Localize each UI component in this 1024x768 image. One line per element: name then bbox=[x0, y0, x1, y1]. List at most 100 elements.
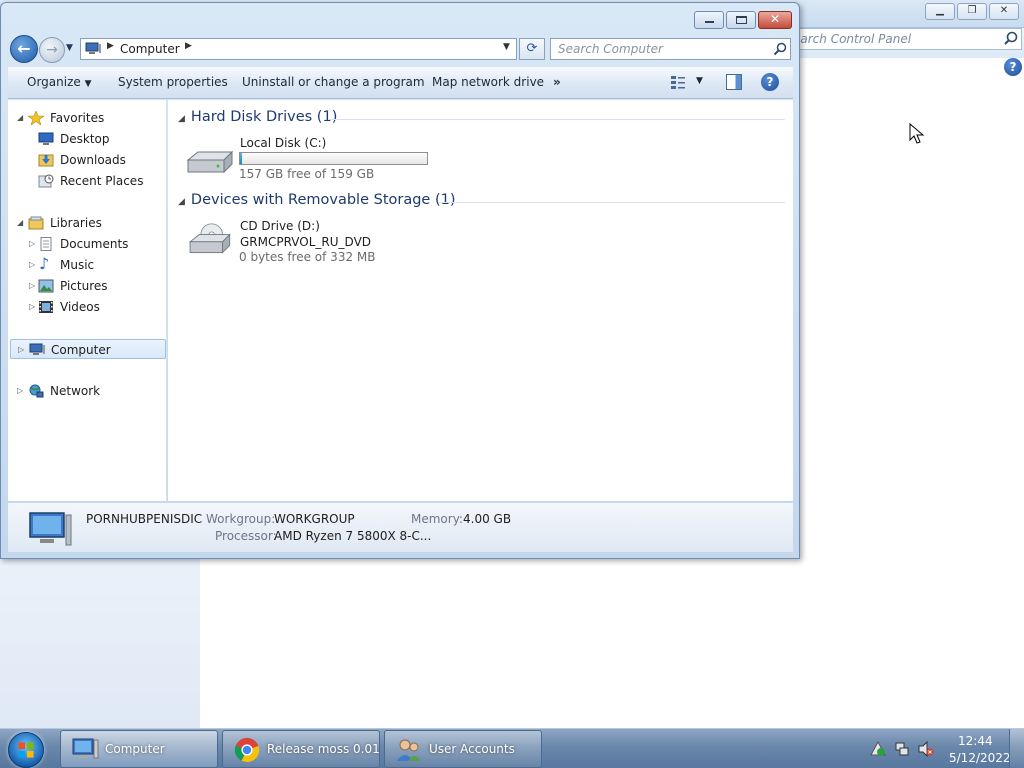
change-view-icon[interactable] bbox=[670, 74, 686, 90]
help-icon[interactable]: ? bbox=[761, 73, 779, 91]
cp-close-button[interactable]: ✕ bbox=[989, 3, 1019, 20]
nav-item-network[interactable]: ▷ Network bbox=[8, 381, 166, 401]
clock-time[interactable]: 12:44 bbox=[958, 734, 993, 748]
cp-help-icon[interactable]: ? bbox=[1004, 58, 1022, 76]
expanded-arrow-icon[interactable]: ◢ bbox=[178, 114, 185, 124]
nav-label: Libraries bbox=[50, 216, 102, 230]
collapsed-arrow-icon[interactable]: ▷ bbox=[18, 340, 24, 360]
group-divider bbox=[330, 119, 785, 120]
back-button[interactable]: ← bbox=[10, 35, 38, 63]
search-placeholder: Search Computer bbox=[558, 42, 663, 56]
drive-name[interactable]: CD Drive (D:) bbox=[240, 218, 320, 234]
collapsed-arrow-icon[interactable]: ▷ bbox=[29, 255, 35, 275]
group-header-removable[interactable]: ◢ Devices with Removable Storage (1) bbox=[178, 192, 456, 208]
clock-date[interactable]: 5/12/2022 bbox=[949, 751, 1011, 765]
computer-icon bbox=[29, 343, 45, 355]
view-options-dropdown-icon[interactable]: ▼ bbox=[696, 76, 703, 86]
nav-item-pictures[interactable]: ▷ Pictures bbox=[8, 276, 166, 296]
nav-item-music[interactable]: ▷ ♪ Music bbox=[8, 255, 166, 275]
refresh-button[interactable]: ⟳ bbox=[519, 38, 545, 60]
cd-drive-icon bbox=[188, 223, 231, 254]
cp-minimize-button[interactable]: ▁ bbox=[925, 3, 955, 20]
computer-icon bbox=[85, 42, 101, 54]
drives-content-area: ◢ Hard Disk Drives (1) Local Disk (C:) 15… bbox=[168, 100, 793, 501]
uninstall-program-button[interactable]: Uninstall or change a program bbox=[242, 75, 425, 89]
map-network-drive-button[interactable]: Map network drive bbox=[432, 75, 544, 89]
volume-muted-icon[interactable] bbox=[918, 741, 934, 757]
workgroup-label: Workgroup: bbox=[206, 512, 276, 526]
cp-restore-button[interactable]: ❐ bbox=[957, 3, 987, 20]
collapsed-arrow-icon[interactable]: ▷ bbox=[29, 276, 35, 296]
recent-pages-dropdown[interactable]: ▼ bbox=[66, 43, 73, 53]
breadcrumb-arrow-icon[interactable]: ▶ bbox=[185, 41, 192, 51]
taskbar-button-chrome[interactable]: Release moss 0.01... bbox=[222, 730, 380, 768]
processor-value: AMD Ryzen 7 5800X 8-C... bbox=[274, 529, 432, 543]
nav-item-libraries[interactable]: ◢ Libraries bbox=[8, 213, 166, 233]
group-header-hard-disk[interactable]: ◢ Hard Disk Drives (1) bbox=[178, 109, 337, 125]
nav-label: Favorites bbox=[50, 111, 105, 125]
search-icon[interactable] bbox=[773, 42, 787, 56]
drive-volume-label: GRMCPRVOL_RU_DVD bbox=[240, 235, 372, 249]
search-input[interactable]: Search Computer bbox=[550, 38, 791, 60]
start-button[interactable] bbox=[8, 732, 44, 768]
collapsed-arrow-icon[interactable]: ▷ bbox=[29, 297, 35, 317]
nav-label: Computer bbox=[51, 343, 111, 357]
nav-label: Recent Places bbox=[60, 174, 144, 188]
disk-usage-bar bbox=[239, 152, 428, 165]
preview-pane-icon[interactable] bbox=[726, 74, 742, 90]
nav-item-videos[interactable]: ▷ Videos bbox=[8, 297, 166, 317]
action-center-icon[interactable] bbox=[870, 741, 886, 757]
breadcrumb-arrow-icon[interactable]: ▶ bbox=[107, 41, 114, 51]
computer-icon bbox=[29, 512, 72, 546]
nav-item-desktop[interactable]: Desktop bbox=[8, 129, 166, 149]
memory-label: Memory: bbox=[411, 512, 463, 526]
expanded-arrow-icon[interactable]: ◢ bbox=[17, 213, 23, 233]
star-icon bbox=[28, 111, 44, 125]
network-status-icon[interactable] bbox=[894, 741, 910, 757]
chevron-down-icon: ▼ bbox=[84, 79, 92, 89]
breadcrumb-computer[interactable]: Computer bbox=[120, 42, 180, 56]
close-button[interactable]: ✕ bbox=[758, 11, 792, 29]
collapsed-arrow-icon[interactable]: ▷ bbox=[29, 234, 35, 254]
collapsed-arrow-icon[interactable]: ▷ bbox=[17, 381, 23, 401]
nav-item-documents[interactable]: ▷ Documents bbox=[8, 234, 166, 254]
drive-free-space: 157 GB free of 159 GB bbox=[239, 167, 375, 181]
drive-name[interactable]: Local Disk (C:) bbox=[240, 135, 326, 151]
desktop-icon bbox=[38, 132, 54, 145]
system-properties-button[interactable]: System properties bbox=[118, 75, 228, 89]
mouse-cursor-icon bbox=[909, 123, 925, 144]
taskbar-button-computer[interactable]: Computer bbox=[60, 730, 218, 768]
address-bar[interactable]: ▶ Computer ▶ ▼ bbox=[80, 38, 517, 60]
processor-label: Processor: bbox=[215, 529, 277, 543]
maximize-button[interactable] bbox=[726, 11, 756, 29]
show-desktop-button[interactable] bbox=[1009, 729, 1024, 768]
nav-item-favorites[interactable]: ◢ Favorites bbox=[8, 108, 166, 128]
address-dropdown-icon[interactable]: ▼ bbox=[503, 42, 510, 52]
forward-button[interactable]: → bbox=[39, 37, 65, 63]
minimize-button[interactable] bbox=[694, 11, 724, 29]
taskbar-label: User Accounts bbox=[429, 742, 515, 756]
nav-item-recent-places[interactable]: Recent Places bbox=[8, 171, 166, 191]
videos-icon bbox=[39, 301, 53, 313]
details-pane: PORNHUBPENISDIC Workgroup: WORKGROUP Mem… bbox=[8, 502, 793, 552]
recent-places-icon bbox=[38, 174, 54, 188]
network-icon bbox=[29, 384, 44, 398]
search-icon[interactable] bbox=[1002, 30, 1020, 48]
more-commands-button[interactable]: » bbox=[553, 75, 561, 89]
nav-item-computer[interactable]: ▷ Computer bbox=[10, 339, 166, 359]
expanded-arrow-icon[interactable]: ◢ bbox=[17, 108, 23, 128]
chrome-icon bbox=[234, 737, 260, 763]
nav-label: Music bbox=[60, 258, 95, 272]
expanded-arrow-icon[interactable]: ◢ bbox=[178, 197, 185, 207]
pictures-icon bbox=[38, 279, 54, 293]
cp-search-input[interactable]: earch Control Panel bbox=[790, 28, 1022, 50]
nav-item-downloads[interactable]: Downloads bbox=[8, 150, 166, 170]
libraries-icon bbox=[28, 216, 44, 230]
taskbar-button-user-accounts[interactable]: User Accounts bbox=[384, 730, 542, 768]
taskbar: Computer Release moss 0.01... User Accou… bbox=[0, 728, 1024, 768]
user-accounts-icon bbox=[397, 739, 421, 761]
navigation-pane: ◢ Favorites Desktop Downloads Recent Pla… bbox=[8, 100, 167, 501]
organize-button[interactable]: Organize ▼ bbox=[27, 75, 92, 89]
nav-label: Downloads bbox=[60, 153, 126, 167]
command-bar: Organize ▼ System properties Uninstall o… bbox=[8, 67, 793, 99]
